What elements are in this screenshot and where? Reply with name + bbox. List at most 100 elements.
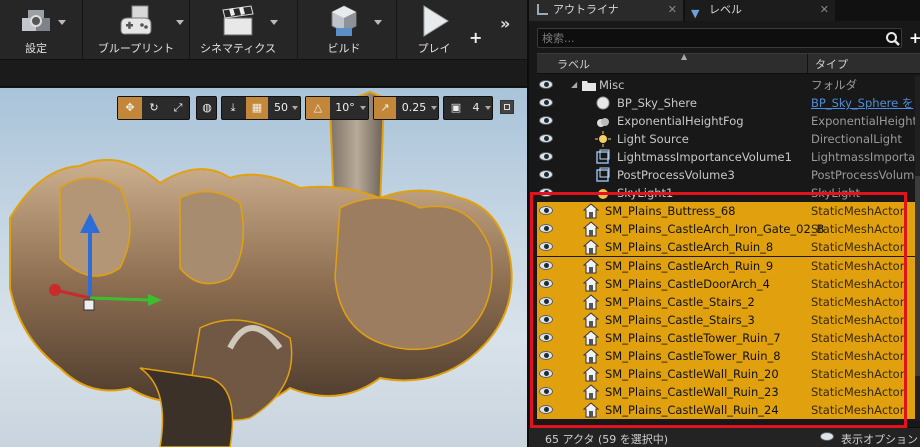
actor-row[interactable]: SM_Plains_Buttress_68 StaticMeshActor	[537, 202, 920, 220]
actor-type: StaticMeshActor	[811, 403, 905, 417]
actor-name: Light Source	[617, 132, 689, 146]
chevron-down-icon[interactable]	[58, 20, 66, 25]
tab-outliner[interactable]: アウトライナ ✕	[529, 0, 683, 21]
actor-name: SM_Plains_CastleArch_Ruin_9	[605, 259, 774, 273]
add-actor-button[interactable]: +	[907, 29, 920, 47]
actor-row[interactable]: ExponentialHeightFog ExponentialHeightFog	[537, 112, 920, 130]
chevron-down-icon[interactable]	[360, 106, 366, 110]
rotate-mode-button[interactable]: ↻	[142, 97, 166, 119]
eye-icon[interactable]	[539, 261, 553, 270]
eye-icon[interactable]	[539, 98, 553, 107]
settings-button[interactable]: 設定	[0, 0, 72, 60]
actor-row[interactable]: BP_Sky_Shere BP_Sky_Sphere を	[537, 94, 920, 112]
maximize-viewport-button[interactable]	[500, 100, 514, 114]
actor-row[interactable]: SM_Plains_CastleWall_Ruin_20 StaticMeshAc…	[537, 365, 920, 383]
world-local-toggle[interactable]: ◍	[196, 96, 217, 120]
toolbar-overflow-button[interactable]: »	[500, 14, 510, 33]
actor-row[interactable]: SM_Plains_CastleDoorArch_4 StaticMeshActo…	[537, 275, 920, 293]
grid-snap-toggle[interactable]: ▦	[246, 97, 268, 119]
eye-icon[interactable]	[539, 351, 553, 360]
actor-row[interactable]: SM_Plains_Castle_Stairs_2 StaticMeshActor	[537, 293, 920, 311]
rotation-snap-toggle[interactable]: △	[306, 97, 330, 119]
settings-label: 設定	[25, 42, 47, 55]
view-options-button[interactable]: 表示オプション	[841, 431, 918, 447]
eye-icon[interactable]	[539, 315, 553, 324]
actor-row[interactable]: SM_Plains_CastleArch_Ruin_8 StaticMeshAct…	[537, 238, 920, 256]
scrollbar-thumb[interactable]	[915, 176, 920, 376]
scale-snap-toggle[interactable]: ↗	[374, 97, 396, 119]
search-input[interactable]: 検索...	[537, 28, 902, 48]
actor-row[interactable]: PostProcessVolume3 PostProcessVolume	[537, 166, 920, 184]
eye-icon[interactable]	[539, 206, 553, 215]
folder-row[interactable]: ◢ Misc フォルダ	[537, 76, 920, 94]
search-icon[interactable]	[885, 31, 901, 47]
cinematics-button[interactable]: シネマティクス	[192, 0, 284, 60]
chevron-down-icon[interactable]	[176, 20, 184, 25]
camera-speed-value[interactable]: 4	[470, 97, 482, 119]
level-viewport[interactable]: ✥ ↻ ⤢ ◍ ⤓ ▦ 50 △ 10° ↗ 0.25 ▣ 4	[0, 88, 527, 447]
eye-icon[interactable]	[539, 369, 553, 378]
sort-ascending-icon[interactable]: ▲	[681, 52, 687, 61]
chevron-down-icon[interactable]	[292, 106, 298, 110]
rotation-snap-value[interactable]: 10°	[332, 97, 358, 119]
eye-icon[interactable]	[539, 134, 553, 143]
column-type-header[interactable]: タイプ	[815, 56, 848, 72]
close-icon[interactable]: ✕	[668, 0, 677, 20]
scale-snap-value[interactable]: 0.25	[398, 97, 430, 119]
play-button[interactable]: プレイ	[400, 0, 468, 60]
build-button[interactable]: ビルド	[300, 0, 388, 60]
actor-row[interactable]: Light Source DirectionalLight	[537, 130, 920, 148]
camera-icon[interactable]: ▣	[444, 97, 468, 119]
column-divider[interactable]	[807, 54, 808, 74]
main-toolbar: 設定 ブループリント シネマティクス ビルド プレイ + »	[0, 0, 527, 60]
chevron-down-icon[interactable]	[374, 20, 382, 25]
eye-icon[interactable]	[539, 279, 553, 288]
eye-icon[interactable]	[539, 405, 553, 414]
scale-mode-button[interactable]: ⤢	[166, 97, 190, 119]
actor-row[interactable]: SM_Plains_CastleArch_Ruin_9 StaticMeshAct…	[537, 257, 920, 275]
scene-render[interactable]	[0, 88, 527, 447]
actor-row[interactable]: SM_Plains_CastleWall_Ruin_23 StaticMeshAc…	[537, 383, 920, 401]
tab-level[interactable]: ▼ レベル ✕	[685, 0, 835, 21]
eye-icon[interactable]	[539, 188, 553, 197]
actor-row[interactable]: SkyLight1 SkyLight	[537, 184, 920, 202]
actor-type: StaticMeshActor	[811, 259, 905, 273]
play-icon	[423, 5, 449, 37]
build-blocks-icon	[331, 5, 357, 36]
chevron-down-icon[interactable]	[485, 106, 491, 110]
eye-icon[interactable]	[539, 297, 553, 306]
eye-icon[interactable]	[539, 170, 553, 179]
eye-icon[interactable]	[539, 152, 553, 161]
actor-row[interactable]: SM_Plains_CastleWall_Ruin_24 StaticMeshAc…	[537, 401, 920, 419]
actor-row[interactable]: SM_Plains_CastleArch_Iron_Gate_02_B Stati…	[537, 220, 920, 238]
eye-icon[interactable]	[539, 116, 553, 125]
actor-row[interactable]: SM_Plains_CastleTower_Ruin_8 StaticMeshAc…	[537, 347, 920, 365]
actor-type-link[interactable]: BP_Sky_Sphere を	[811, 94, 920, 112]
translate-mode-button[interactable]: ✥	[118, 97, 142, 119]
chevron-down-icon[interactable]	[270, 20, 278, 25]
eye-icon[interactable]	[539, 333, 553, 342]
scrollbar-track[interactable]	[915, 76, 920, 421]
actor-row[interactable]: SM_Plains_CastleTower_Ruin_7 StaticMeshAc…	[537, 329, 920, 347]
chevron-down-icon[interactable]	[431, 106, 437, 110]
grid-snap-value[interactable]: 50	[270, 97, 292, 119]
expand-arrow-icon[interactable]: ◢	[571, 76, 577, 94]
scale-icon: ⤢	[173, 101, 183, 114]
actor-row[interactable]: LightmassImportanceVolume1 LightmassImpor…	[537, 148, 920, 166]
actor-type: StaticMeshActor	[811, 240, 905, 254]
close-icon[interactable]: ✕	[820, 0, 829, 20]
column-label-header[interactable]: ラベル	[557, 56, 590, 72]
play-options-button[interactable]: +	[466, 10, 484, 60]
actor-row[interactable]: SM_Plains_Castle_Stairs_3 StaticMeshActor	[537, 311, 920, 329]
eye-icon[interactable]	[539, 80, 553, 89]
eye-icon[interactable]	[539, 224, 553, 233]
surface-snap-button[interactable]: ⤓	[222, 97, 244, 119]
blueprint-button[interactable]: ブループリント	[86, 0, 186, 60]
column-header: ラベル ▲ タイプ	[537, 52, 920, 74]
actor-type: LightmassImportan	[811, 150, 920, 164]
transform-mode-group: ✥ ↻ ⤢	[117, 96, 190, 120]
eye-icon[interactable]	[539, 387, 553, 396]
actor-type: StaticMeshActor	[811, 277, 905, 291]
maximize-icon	[504, 104, 510, 110]
eye-icon[interactable]	[539, 242, 553, 251]
